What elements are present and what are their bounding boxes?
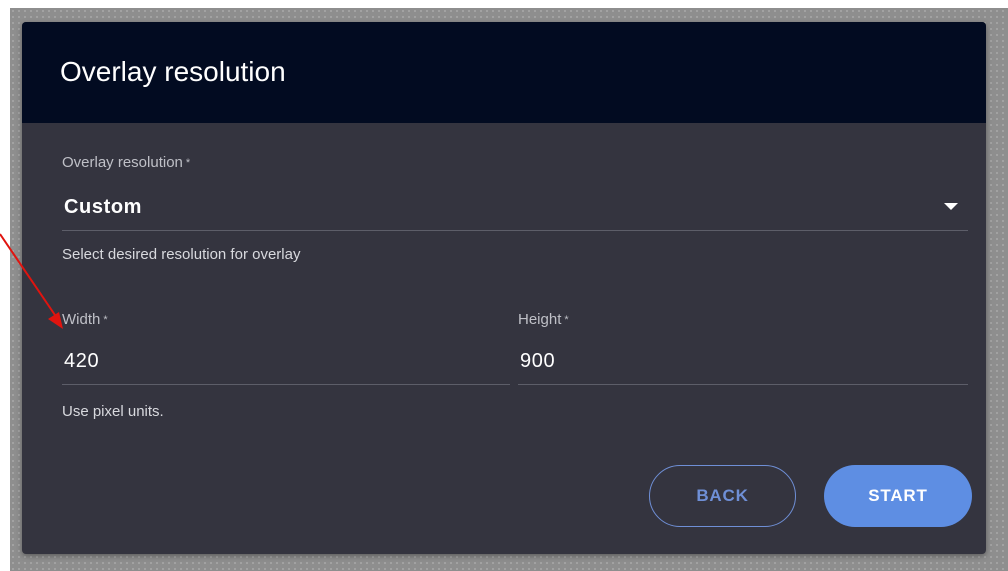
width-field-label: Width * — [62, 311, 108, 329]
resolution-helper-text: Select desired resolution for overlay — [62, 246, 301, 263]
overlay-resolution-dialog: Overlay resolution Overlay resolution * C… — [22, 22, 986, 554]
height-field-label: Height * — [518, 311, 569, 329]
dialog-title: Overlay resolution — [60, 56, 286, 87]
pixel-units-helper-text: Use pixel units. — [62, 403, 164, 420]
resolution-select-label: Overlay resolution * — [62, 154, 190, 172]
resolution-select-label-text: Overlay resolution — [62, 154, 183, 171]
back-button[interactable]: BACK — [649, 465, 796, 527]
chevron-down-icon[interactable] — [944, 203, 958, 210]
start-button[interactable]: START — [824, 465, 972, 527]
required-asterisk: * — [185, 157, 191, 169]
width-field-label-text: Width — [62, 311, 101, 328]
dialog-header: Overlay resolution — [22, 22, 986, 123]
required-asterisk: * — [103, 314, 108, 326]
height-input[interactable] — [518, 339, 968, 385]
resolution-select-value: Custom — [64, 196, 143, 218]
height-field-label-text: Height — [518, 311, 562, 328]
required-asterisk: * — [564, 314, 569, 326]
width-input[interactable] — [62, 339, 510, 385]
resolution-select[interactable]: Custom — [62, 184, 968, 231]
